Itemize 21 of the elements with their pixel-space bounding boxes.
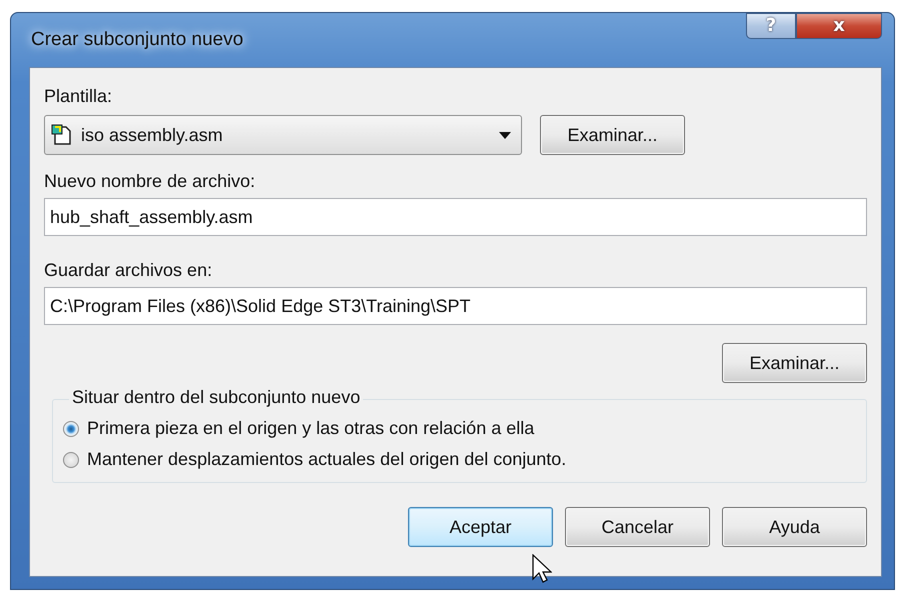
radio-button[interactable]: [63, 420, 79, 436]
browse-button[interactable]: Examinar...: [722, 343, 867, 383]
dialog-button[interactable]: Aceptar: [408, 507, 553, 547]
browse-button[interactable]: Examinar...: [540, 115, 685, 155]
close-button[interactable]: x: [796, 13, 882, 39]
radio-button[interactable]: [63, 452, 79, 468]
save-folder-label: Guardar archivos en:: [44, 260, 214, 281]
mouse-cursor-icon: [532, 554, 552, 584]
template-label: Plantilla:: [44, 86, 114, 107]
filename-field[interactable]: hub_shaft_assembly.asm: [44, 198, 867, 236]
radio-label[interactable]: Primera pieza en el origen y las otras con relación a ella: [87, 418, 534, 439]
radio-label[interactable]: Mantener desplazamientos actuales del origen del conjunto.: [87, 449, 566, 470]
save-folder-field[interactable]: C:\Program Files (x86)\Solid Edge ST3\Training\SPT: [44, 287, 867, 325]
window-title: Crear subconjunto nuevo: [30, 29, 244, 51]
document-icon: [51, 124, 73, 146]
dialog-button[interactable]: Ayuda: [722, 507, 867, 547]
filename-label: Nuevo nombre de archivo:: [44, 171, 256, 192]
dropdown-arrow-icon: [499, 132, 511, 138]
template-dropdown[interactable]: iso assembly.asm: [44, 115, 522, 155]
dialog-button[interactable]: Cancelar: [565, 507, 710, 547]
group-title: Situar dentro del subconjunto nuevo: [69, 387, 364, 408]
